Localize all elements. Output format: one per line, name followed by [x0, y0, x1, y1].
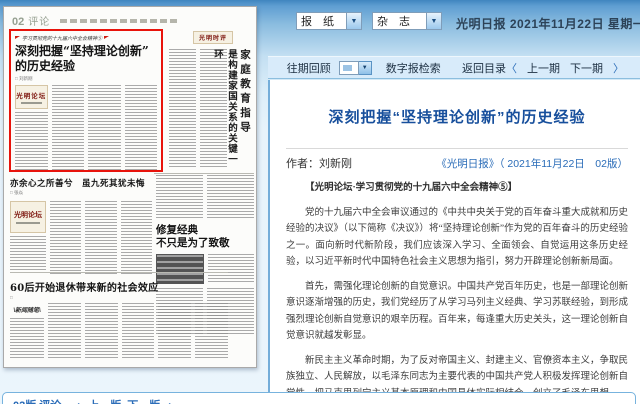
featured-headline: 深刻把握“坚持理论创新” 的历史经验 [15, 44, 157, 74]
article-body: 【光明论坛·学习贯彻党的十九届六中全会精神⑤】 党的十九届六中全会审议通过的《中… [286, 180, 628, 402]
author-name: 刘新刚 [319, 158, 352, 170]
article-source[interactable]: 《光明日报》（ 2021年11月22日 02版） [436, 156, 628, 171]
simulated-text-column [15, 112, 48, 171]
featured-byline: □ 刘新刚 [15, 76, 157, 82]
simulated-text-column [156, 175, 203, 219]
guangming-forum-stamp: 光明论坛 [10, 201, 46, 233]
paper-select-dropdown[interactable]: 报 纸 ▼ [296, 12, 362, 30]
flag-icon [15, 36, 20, 41]
back-to-toc-link[interactable]: 返回目录 [462, 60, 506, 76]
newspaper-page-thumbnail[interactable]: 02 评论 学习贯彻党的十九届六中全会精神⑤ 深刻把握“坚持理论创新” 的历史经… [3, 6, 257, 368]
simulated-text-column [122, 303, 155, 359]
issue-date-picker[interactable]: ▼ [339, 61, 372, 75]
chevron-down-icon[interactable]: ▼ [359, 61, 372, 75]
vertical-headline-sub: 是构建家国关系的关键一环 [210, 49, 238, 169]
article-title: 深刻把握“坚持理论创新”的历史经验 [286, 106, 628, 127]
page-info: 02版 评论 [13, 397, 61, 404]
masthead-date-line: 光明日报 2021年11月22日 星期一 [456, 15, 640, 32]
right-headline-line2: 不只是为了致敬 [156, 237, 254, 250]
simulated-text-column [125, 85, 158, 171]
article-meta-row: 作者：刘新刚 《光明日报》（ 2021年11月22日 02版） [286, 155, 628, 171]
bottom-article: 60后开始退休带来新的社会效应 □ \新闻随笔\ [10, 275, 228, 365]
prev-page-link[interactable]: 上一版 [88, 397, 121, 404]
featured-headline-line1: 深刻把握“坚持理论创新” [15, 44, 157, 59]
page-header: 02 评论 [12, 13, 178, 28]
column-divider [154, 173, 254, 174]
article-paragraph: 党的十九届六中全会审议通过的《中共中央关于党的百年奋斗重大成就和历史经验的决议》… [286, 205, 628, 271]
simulated-text-columns [156, 175, 254, 219]
article-eyebrow: 学习贯彻党的十九届六中全会精神⑤ [15, 34, 157, 42]
guangming-forum-stamp: 光明论坛 [15, 85, 48, 109]
middle-first-column: 光明论坛 [10, 201, 46, 275]
featured-headline-line2: 的历史经验 [15, 59, 157, 74]
simulated-text-column [207, 175, 254, 219]
digital-search-link[interactable]: 数字报检索 [386, 60, 441, 76]
simulated-text-column [10, 318, 44, 359]
simulated-text-column [85, 303, 118, 359]
next-page-link[interactable]: 下一版 [127, 397, 160, 404]
author-label: 作者： [286, 158, 319, 170]
middle-byline: □ 张焱 [10, 190, 152, 196]
simulated-text-column [10, 236, 46, 275]
article-author: 作者：刘新刚 [286, 155, 352, 171]
chevron-down-icon[interactable]: ▼ [346, 13, 361, 29]
bottom-article-body: \新闻随笔\ [10, 303, 228, 359]
middle-article-body: 光明论坛 [10, 201, 152, 275]
page-meta-text [60, 19, 178, 23]
article-paragraph: 首先，需强化理论创新的自觉意识。中国共产党百年历史，也是一部理论创新意识逐渐增强… [286, 279, 628, 345]
title-divider [286, 148, 628, 149]
eyebrow-text: 学习贯彻党的十九届六中全会精神⑤ [22, 35, 102, 42]
date-picker-field[interactable] [339, 61, 359, 75]
page-nav-links: ◆ 上一版 下一版 ◆ [75, 397, 173, 404]
magazine-select-value: 杂 志 [373, 13, 426, 29]
paper-select-value: 报 纸 [297, 13, 346, 29]
bottom-byline: □ [10, 295, 228, 300]
column-tag: 【光明论坛·学习贯彻党的十九届六中全会精神⑤】 [286, 180, 628, 197]
reader-toolbar: 往期回顾 ▼ 数字报检索 返回目录 〈 上一期 下一期 〉 [268, 56, 640, 79]
stamp-label: 光明论坛 [14, 210, 42, 220]
flag-icon [104, 36, 109, 41]
simulated-text-column [52, 85, 85, 171]
next-bracket-icon[interactable]: 〉 [613, 60, 624, 76]
simulated-text-column [169, 49, 196, 167]
top-right-article: 光明时评 家庭教育指导 是构建家国关系的关键一环 [167, 29, 253, 171]
past-issues-link[interactable]: 往期回顾 [287, 60, 331, 76]
bottom-headline: 60后开始退休带来新的社会效应 [10, 279, 228, 294]
simulated-text-column [195, 303, 228, 359]
simulated-text-column [158, 303, 191, 359]
right-headline-line1: 修复经典 [156, 224, 254, 237]
column-divider [10, 272, 228, 273]
simulated-text-column [88, 85, 121, 171]
vertical-headline: 家庭教育指导 是构建家国关系的关键一环 [210, 49, 253, 169]
stamp-subline [16, 222, 40, 224]
issue-nav-group: 〈 上一期 下一期 〉 [506, 60, 640, 76]
stamp-label: 光明论坛 [16, 90, 46, 100]
simulated-text-column [85, 201, 116, 275]
page-nav-bar: 02版 评论 ◆ 上一版 下一版 ◆ [2, 392, 636, 404]
next-issue-link[interactable]: 下一期 [570, 60, 603, 76]
prev-bracket-icon[interactable]: 〈 [506, 60, 517, 76]
middle-headline: 亦余心之所善兮 虽九死其犹未悔 [10, 177, 152, 189]
middle-article: 亦余心之所善兮 虽九死其犹未悔 □ 张焱 光明论坛 [10, 177, 152, 271]
featured-body-columns: 光明论坛 [15, 85, 157, 171]
article-content-panel: 深刻把握“坚持理论创新”的历史经验 作者：刘新刚 《光明日报》（ 2021年11… [268, 80, 640, 404]
guangming-comment-stamp: 光明时评 [193, 31, 233, 44]
page-number: 02 [12, 16, 24, 28]
simulated-text-column [50, 201, 81, 275]
prev-issue-link[interactable]: 上一期 [527, 60, 560, 76]
simulated-text-column [48, 303, 81, 359]
stamp-label: 光明时评 [199, 33, 227, 42]
featured-article-highlight[interactable]: 学习贯彻党的十九届六中全会精神⑤ 深刻把握“坚持理论创新” 的历史经验 □ 刘新… [9, 29, 163, 172]
featured-first-column: 光明论坛 [15, 85, 48, 171]
page-section: 评论 [28, 13, 50, 28]
reader-header: 报 纸 ▼ 杂 志 ▼ 光明日报 2021年11月22日 星期一 [268, 0, 640, 56]
simulated-text-column [121, 201, 152, 275]
stamp-subline [21, 102, 42, 104]
magazine-select-dropdown[interactable]: 杂 志 ▼ [372, 12, 442, 30]
bottom-first-column: \新闻随笔\ [10, 303, 44, 359]
chevron-down-icon[interactable]: ▼ [426, 13, 441, 29]
right-article-headline: 修复经典 不只是为了致敬 [156, 224, 254, 250]
news-note-stamp: \新闻随笔\ [10, 303, 44, 315]
vertical-headline-main: 家庭教育指导 [238, 49, 253, 169]
